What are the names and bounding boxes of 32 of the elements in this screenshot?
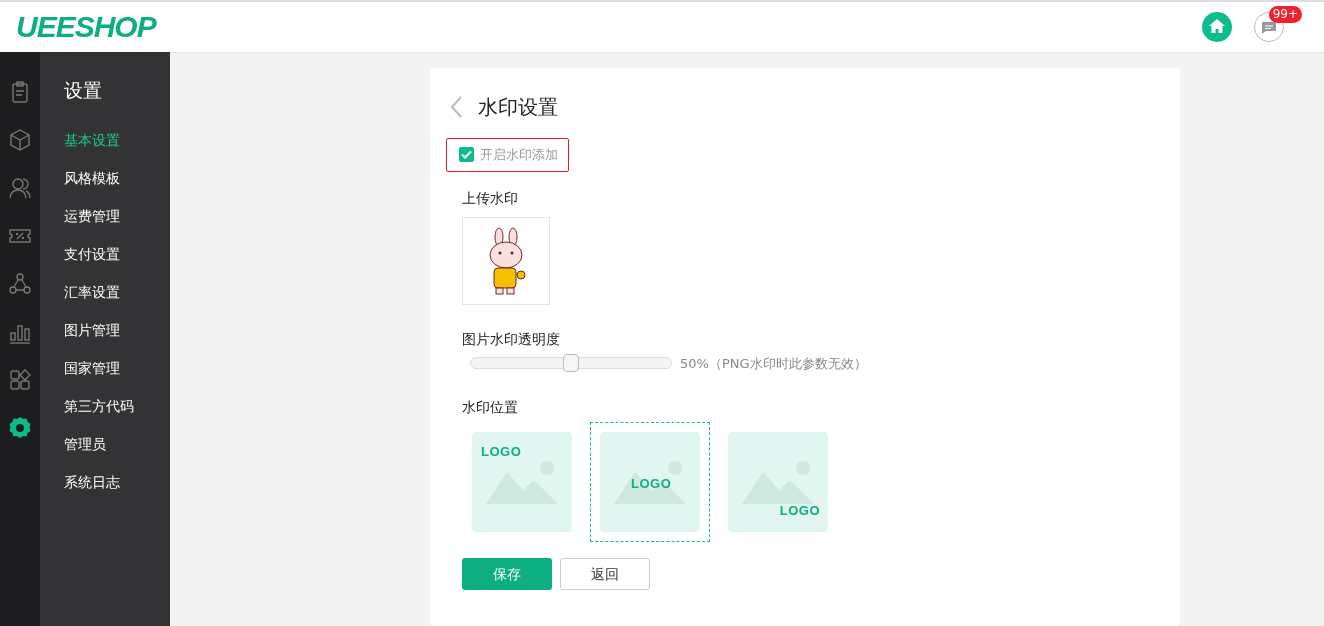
position-label: 水印位置 bbox=[462, 398, 519, 417]
logo-text: LOGO bbox=[481, 443, 522, 461]
opacity-label: 图片水印透明度 bbox=[462, 329, 561, 349]
apps-icon[interactable] bbox=[8, 368, 32, 392]
logo-text: LOGO bbox=[631, 475, 672, 493]
upload-label: 上传水印 bbox=[462, 188, 519, 208]
sidebar-item[interactable]: 第三方代码 bbox=[64, 386, 146, 425]
watermark-thumbnail[interactable] bbox=[462, 216, 550, 305]
sidebar-item[interactable]: 支付设置 bbox=[64, 234, 146, 273]
sidebar-item[interactable]: 管理员 bbox=[64, 424, 146, 463]
logo: UEESHOP bbox=[16, 12, 156, 42]
sidebar-item[interactable]: 基本设置 bbox=[64, 120, 146, 159]
notification-badge: 99+ bbox=[1268, 6, 1302, 23]
users-icon[interactable] bbox=[8, 176, 32, 200]
opacity-reading: 50%（PNG水印时此参数无效） bbox=[680, 354, 867, 373]
logo-text: LOGO bbox=[779, 501, 820, 520]
back-button[interactable]: 返回 bbox=[560, 558, 650, 590]
sidebar-item[interactable]: 风格模板 bbox=[64, 158, 146, 197]
slider-thumb[interactable] bbox=[563, 354, 579, 373]
share-icon[interactable] bbox=[8, 272, 32, 296]
sidebar-item[interactable]: 图片管理 bbox=[64, 310, 146, 349]
sidebar-item[interactable]: 汇率设置 bbox=[64, 272, 146, 311]
checkbox[interactable] bbox=[459, 147, 474, 163]
sidebar-item[interactable]: 国家管理 bbox=[64, 348, 146, 387]
sidebar-item[interactable]: 系统日志 bbox=[64, 462, 146, 501]
home-icon[interactable] bbox=[1202, 12, 1232, 42]
sidebar-item[interactable]: 运费管理 bbox=[64, 196, 146, 235]
page-title: 水印设置 bbox=[478, 94, 558, 121]
settings-icon[interactable] bbox=[8, 416, 32, 440]
opacity-slider[interactable] bbox=[470, 357, 672, 370]
box-icon[interactable] bbox=[8, 128, 32, 152]
sidebar-title: 设置 bbox=[64, 78, 103, 103]
